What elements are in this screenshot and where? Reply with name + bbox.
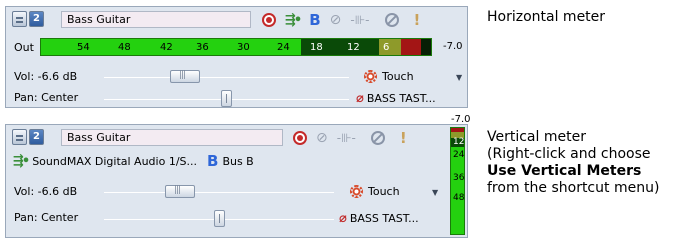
device-label[interactable]: SoundMAX Digital Audio 1/S... xyxy=(32,155,197,168)
volume-label: Vol: -6.6 dB xyxy=(14,185,78,198)
track-fx-icon[interactable]: ⇶• xyxy=(13,154,30,169)
volume-value: -6.6 dB xyxy=(37,70,78,83)
pan-label: Pan: Center xyxy=(14,91,79,104)
plugin-chain-icon: ⌀ xyxy=(356,91,364,106)
volume-value: -6.6 dB xyxy=(37,185,78,198)
track-number-icon[interactable]: 2 xyxy=(29,129,44,145)
track-name-field[interactable]: Bass Guitar xyxy=(61,129,283,146)
solo-icon[interactable]: ! xyxy=(414,11,421,29)
automation-mode-label: Touch xyxy=(368,185,400,198)
volume-slider-thumb[interactable] xyxy=(164,185,195,198)
pan-slider-thumb[interactable] xyxy=(221,90,232,107)
meter-tick: 48 xyxy=(118,42,131,53)
automation-mode-label: Touch xyxy=(382,70,414,83)
fx-chain[interactable]: ⌀ BASS TAST... xyxy=(356,91,436,106)
track-buttons: ⇶• B ⊘ -⊪- ! xyxy=(262,11,420,29)
mute-icon[interactable]: ⊘ xyxy=(316,130,328,146)
pan-value: Center xyxy=(41,91,79,104)
meter-tick: 12 xyxy=(347,42,360,53)
bus-b-icon[interactable]: B xyxy=(309,11,320,29)
automation-gear-icon xyxy=(364,70,377,83)
pan-label: Pan: Center xyxy=(14,211,79,224)
bus-b-icon[interactable]: B xyxy=(207,152,218,170)
meter-tick: 54 xyxy=(77,42,90,53)
track-name-field[interactable]: Bass Guitar xyxy=(61,11,251,28)
automation-icon[interactable]: -⊪- xyxy=(350,13,369,27)
meter-tick: 36 xyxy=(196,42,209,53)
meter-tick: 12 xyxy=(453,137,465,147)
caption-vertical-line4: from the shortcut menu) xyxy=(487,180,660,196)
vertical-meter: 12 24 36 48 xyxy=(450,127,465,235)
automation-icon[interactable]: -⊪- xyxy=(337,131,356,145)
volume-slider-track[interactable] xyxy=(104,192,334,193)
solo-icon[interactable]: ! xyxy=(400,129,407,147)
meter-tick: 30 xyxy=(237,42,250,53)
bypass-icon[interactable] xyxy=(384,13,399,27)
meter-tick: 24 xyxy=(453,150,465,160)
arm-record-icon[interactable] xyxy=(262,13,276,27)
chevron-down-icon[interactable]: ▼ xyxy=(432,188,438,197)
caption-horizontal: Horizontal meter xyxy=(487,9,606,25)
meter-tick: 48 xyxy=(453,193,465,203)
fx-chain-label: BASS TAST... xyxy=(366,92,436,105)
track-header-vertical: 2 Bass Guitar ⊘ -⊪- ! ⇶• SoundMAX Digita… xyxy=(5,124,468,238)
out-label: Out xyxy=(14,41,34,54)
volume-label: Vol: -6.6 dB xyxy=(14,70,78,83)
volume-slider-thumb[interactable] xyxy=(169,70,200,83)
track-fx-icon[interactable]: ⇶• xyxy=(285,13,302,28)
peak-value: -7.0 xyxy=(443,41,463,52)
automation-gear-icon xyxy=(350,185,363,198)
pan-slider-thumb[interactable] xyxy=(213,210,225,227)
meter-tick: 24 xyxy=(277,42,290,53)
caption-vertical-line2: (Right-click and choose xyxy=(487,146,651,162)
caption-vertical-line1: Vertical meter xyxy=(487,129,586,145)
track-list-icon[interactable] xyxy=(12,129,27,145)
mute-icon[interactable]: ⊘ xyxy=(330,12,342,28)
volume-slider-track[interactable] xyxy=(104,77,349,78)
meter-tick: 42 xyxy=(160,42,173,53)
fx-chain[interactable]: ⌀ BASS TAST... xyxy=(339,211,419,226)
meter-tick: 6 xyxy=(383,42,390,53)
horizontal-meter: 54 48 42 36 30 24 18 12 6 xyxy=(40,38,432,56)
track-buttons: ⊘ -⊪- ! xyxy=(293,129,407,147)
device-row: ⇶• SoundMAX Digital Audio 1/S... B Bus B xyxy=(13,150,467,172)
fx-chain-label: BASS TAST... xyxy=(349,212,419,225)
caption-vertical-line3: Use Vertical Meters xyxy=(487,163,642,179)
caption-vertical: Vertical meter (Right-click and choose U… xyxy=(487,129,659,197)
chevron-down-icon[interactable]: ▼ xyxy=(456,73,462,82)
track-icons: 2 xyxy=(12,129,44,145)
automation-mode[interactable]: Touch xyxy=(350,185,400,198)
track-number-icon[interactable]: 2 xyxy=(29,11,44,27)
automation-mode[interactable]: Touch xyxy=(364,70,414,83)
peak-value: -7.0 xyxy=(451,114,471,125)
meter-tick: 18 xyxy=(310,42,323,53)
plugin-chain-icon: ⌀ xyxy=(339,211,347,226)
bypass-icon[interactable] xyxy=(370,131,385,145)
track-icons: 2 xyxy=(12,11,44,27)
arm-record-icon[interactable] xyxy=(293,131,307,145)
track-list-icon[interactable] xyxy=(12,11,27,27)
track-header-horizontal: 2 Bass Guitar ⇶• B ⊘ -⊪- ! Out 54 48 42 … xyxy=(5,6,468,108)
meter-tick: 36 xyxy=(453,173,465,183)
pan-value: Center xyxy=(41,211,79,224)
bus-label[interactable]: Bus B xyxy=(222,155,253,168)
